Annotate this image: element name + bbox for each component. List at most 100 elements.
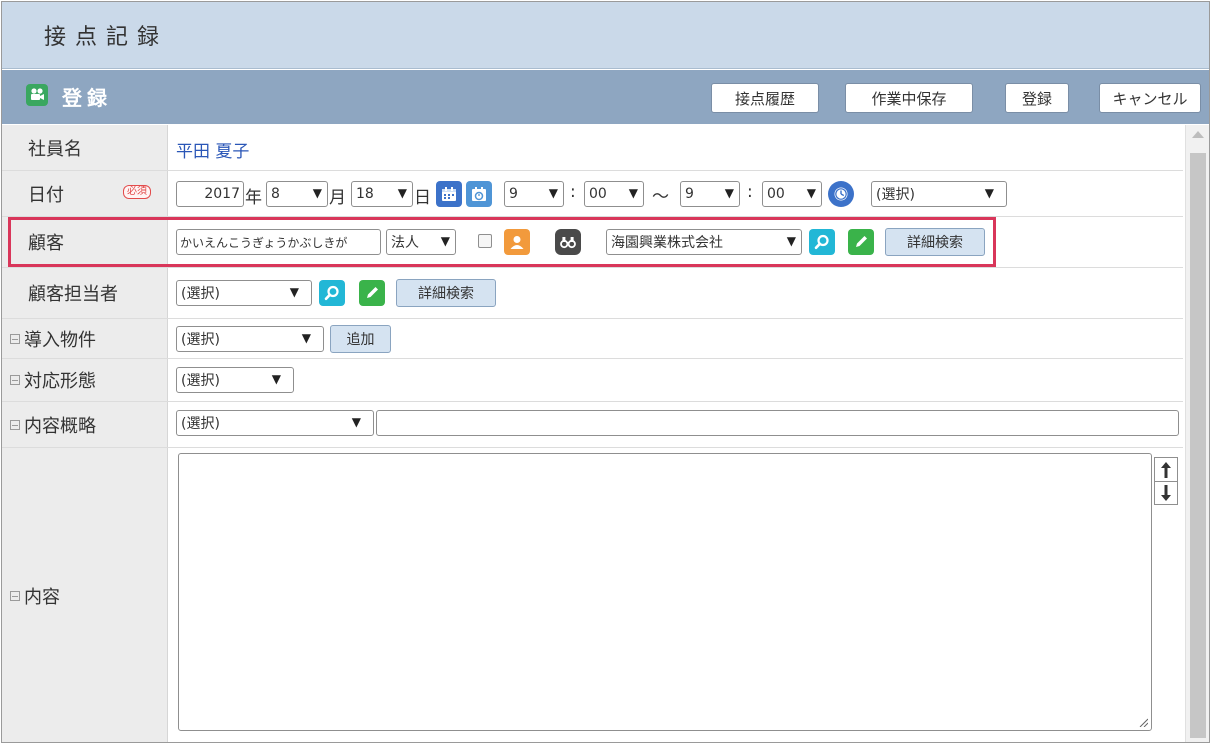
search-icon[interactable]	[319, 280, 345, 306]
register-button[interactable]: 登録	[1005, 83, 1069, 113]
chevron-down-icon: ▼	[724, 186, 734, 200]
header-bar: 登録 接点履歴 作業中保存 登録 キャンセル	[2, 70, 1209, 124]
pencil-icon[interactable]	[848, 229, 874, 255]
video-camera-icon	[26, 84, 48, 106]
chevron-down-icon: ▼	[301, 331, 311, 345]
chevron-down-icon: ▼	[548, 186, 558, 200]
required-badge: 必須	[123, 185, 151, 199]
collapse-icon[interactable]	[10, 333, 20, 344]
scroll-up-icon[interactable]	[1192, 131, 1204, 138]
start-minute-value: 00	[589, 186, 607, 202]
customer-company-select[interactable]: 海園興業株式会社 ▼	[606, 229, 802, 255]
header-title: 登録	[62, 86, 112, 110]
response-type-row: 対応形態 (選択) ▼	[2, 359, 1183, 402]
day-suffix: 日	[414, 188, 431, 208]
chevron-down-icon: ▼	[312, 186, 322, 200]
customer-contact-label: 顧客担当者	[28, 284, 118, 305]
end-minute-select[interactable]: 00 ▼	[762, 181, 822, 207]
customer-kana-input[interactable]: かいえんこうぎょうかぶしきが	[176, 229, 381, 255]
collapse-icon[interactable]	[10, 375, 20, 385]
vertical-scrollbar[interactable]	[1185, 125, 1209, 742]
chevron-down-icon: ▼	[271, 372, 281, 386]
summary-row: 内容概略 (選択) ▼	[2, 402, 1183, 448]
customer-contact-value: (選択)	[181, 286, 220, 302]
pencil-icon[interactable]	[359, 280, 385, 306]
response-type-label: 対応形態	[24, 371, 96, 392]
start-minute-select[interactable]: 00 ▼	[584, 181, 644, 207]
year-input[interactable]: 2017	[176, 181, 244, 207]
window-title: 接点記録	[44, 25, 169, 50]
summary-text-input[interactable]	[376, 410, 1179, 436]
clock-icon[interactable]	[828, 181, 854, 207]
end-minute-value: 00	[767, 186, 785, 202]
employee-label: 社員名	[28, 138, 82, 160]
product-label: 導入物件	[24, 329, 96, 351]
collapse-icon[interactable]	[10, 419, 20, 430]
customer-type-value: 法人	[391, 235, 419, 251]
month-select[interactable]: 8 ▼	[266, 181, 328, 207]
chevron-down-icon: ▼	[289, 285, 299, 299]
cancel-button[interactable]: キャンセル	[1099, 83, 1201, 113]
binoculars-icon[interactable]	[555, 229, 581, 255]
person-icon[interactable]	[504, 229, 530, 255]
day-value: 18	[356, 186, 374, 202]
customer-company-value: 海園興業株式会社	[611, 235, 723, 251]
end-hour-select[interactable]: 9 ▼	[680, 181, 740, 207]
customer-row: 顧客 かいえんこうぎょうかぶしきが 法人 ▼ 海園興業株式会社 ▼ 詳細検索	[2, 217, 1183, 268]
chevron-down-icon: ▼	[351, 415, 361, 429]
content-label: 内容	[24, 587, 60, 608]
chevron-down-icon: ▼	[806, 186, 816, 200]
collapse-icon[interactable]	[10, 591, 20, 601]
year-suffix: 年	[245, 188, 262, 208]
resize-grip-icon[interactable]	[1138, 717, 1148, 727]
customer-type-select[interactable]: 法人 ▼	[386, 229, 456, 255]
date-row: 日付 必須 2017 年 8 ▼ 月 18 ▼ 日 9 ▼ : 00 ▼ 〜 9 ▼ : …	[2, 171, 1183, 217]
contact-detail-search-button[interactable]: 詳細検索	[396, 279, 496, 307]
scroll-thumb[interactable]	[1190, 153, 1206, 738]
chevron-down-icon: ▼	[786, 234, 796, 248]
start-hour-select[interactable]: 9 ▼	[504, 181, 564, 207]
chevron-down-icon: ▼	[440, 234, 450, 248]
response-type-select[interactable]: (選択) ▼	[176, 367, 294, 393]
contact-record-window: 接点記録 登録 接点履歴 作業中保存 登録 キャンセル 社員名 平田 夏子 日付…	[1, 1, 1210, 743]
customer-contact-select[interactable]: (選択) ▼	[176, 280, 312, 306]
product-value: (選択)	[181, 332, 220, 348]
employee-name: 平田 夏子	[176, 142, 250, 162]
chevron-down-icon: ▼	[397, 186, 407, 200]
day-select[interactable]: 18 ▼	[351, 181, 413, 207]
employee-row: 社員名 平田 夏子	[2, 125, 1183, 171]
customer-label: 顧客	[28, 233, 64, 254]
summary-value: (選択)	[181, 416, 220, 432]
time-preset-value: (選択)	[876, 187, 915, 203]
month-value: 8	[271, 186, 280, 202]
summary-label: 内容概略	[24, 415, 96, 437]
time-colon: :	[747, 182, 753, 202]
chevron-down-icon: ▼	[984, 186, 994, 200]
customer-detail-search-button[interactable]: 詳細検索	[885, 228, 985, 256]
contact-history-button[interactable]: 接点履歴	[711, 83, 819, 113]
add-product-button[interactable]: 追加	[330, 325, 391, 353]
month-suffix: 月	[329, 188, 346, 208]
expand-up-icon[interactable]	[1155, 458, 1177, 481]
date-label: 日付	[28, 184, 64, 206]
content-textarea[interactable]	[178, 453, 1152, 731]
response-type-value: (選択)	[181, 373, 220, 389]
customer-checkbox[interactable]	[478, 234, 492, 248]
product-row: 導入物件 (選択) ▼ 追加	[2, 319, 1183, 359]
textarea-resize-buttons	[1154, 457, 1178, 505]
summary-select[interactable]: (選択) ▼	[176, 410, 374, 436]
end-hour-value: 9	[685, 186, 694, 202]
expand-down-icon[interactable]	[1155, 481, 1177, 504]
time-range-tilde: 〜	[652, 187, 669, 207]
time-preset-select[interactable]: (選択) ▼	[871, 181, 1007, 207]
chevron-down-icon: ▼	[628, 186, 638, 200]
save-wip-button[interactable]: 作業中保存	[845, 83, 973, 113]
title-bar: 接点記録	[2, 2, 1209, 69]
start-hour-value: 9	[509, 186, 518, 202]
customer-contact-row: 顧客担当者 (選択) ▼ 詳細検索	[2, 268, 1183, 319]
calendar-icon[interactable]	[466, 181, 492, 207]
product-select[interactable]: (選択) ▼	[176, 326, 324, 352]
calendar-icon[interactable]	[436, 181, 462, 207]
search-icon[interactable]	[809, 229, 835, 255]
time-colon: :	[570, 182, 576, 202]
